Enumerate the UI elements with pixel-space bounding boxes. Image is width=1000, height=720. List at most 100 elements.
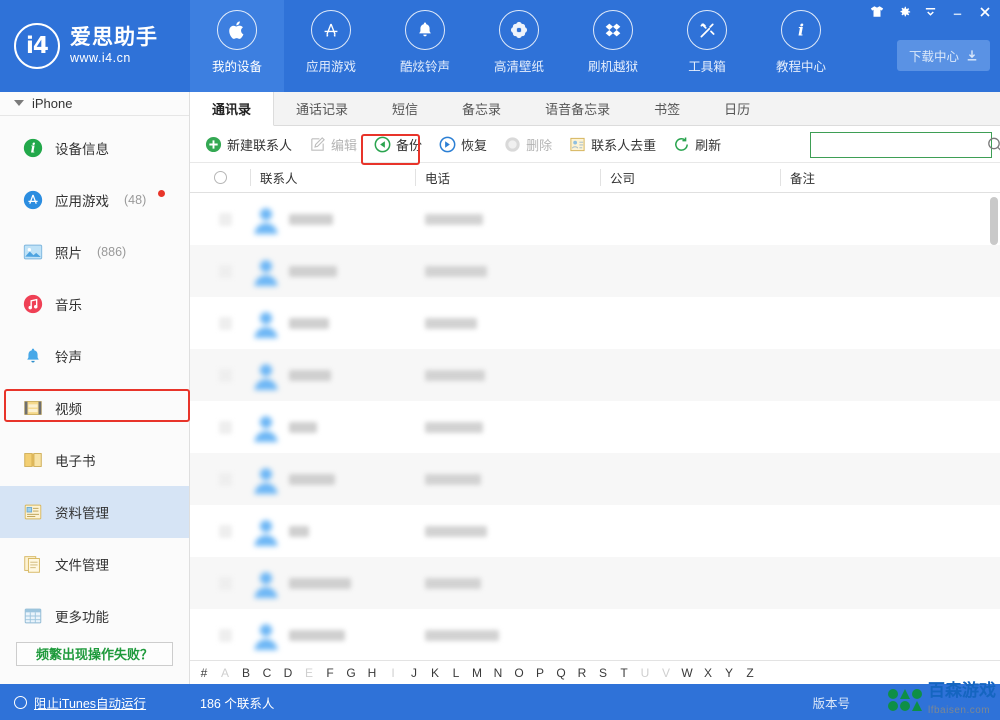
search-box[interactable] xyxy=(810,132,1000,158)
row-checkbox[interactable] xyxy=(190,557,250,609)
row-checkbox[interactable] xyxy=(190,245,250,297)
vertical-scrollbar[interactable] xyxy=(990,197,998,245)
alpha-index-v[interactable]: V xyxy=(656,666,676,680)
column-header-contact[interactable]: 联系人 xyxy=(250,163,415,192)
row-checkbox[interactable] xyxy=(190,453,250,505)
tab-calendar[interactable]: 日历 xyxy=(702,92,772,125)
skin-icon[interactable] xyxy=(869,4,884,19)
tab-bookmarks[interactable]: 书签 xyxy=(632,92,702,125)
alpha-index-c[interactable]: C xyxy=(257,666,277,680)
tab-contacts[interactable]: 通讯录 xyxy=(190,92,275,126)
toggle-circle-icon[interactable] xyxy=(14,695,27,709)
table-row[interactable] xyxy=(190,349,1000,401)
new-contact-button[interactable]: 新建联系人 xyxy=(198,131,299,158)
row-checkbox[interactable] xyxy=(190,349,250,401)
alpha-index-u[interactable]: U xyxy=(635,666,655,680)
cell-contact-name xyxy=(250,193,415,245)
table-row[interactable] xyxy=(190,505,1000,557)
sidebar-item-file-manage[interactable]: 文件管理 xyxy=(0,538,189,590)
refresh-button[interactable]: 刷新 xyxy=(666,131,728,158)
sidebar-item-music[interactable]: 音乐 xyxy=(0,278,189,330)
block-itunes-toggle[interactable]: 阻止iTunes自动运行 xyxy=(0,693,190,712)
alpha-index-o[interactable]: O xyxy=(509,666,529,680)
nav-item-flash-jailbreak[interactable]: 刷机越狱 xyxy=(566,0,660,92)
select-all-checkbox[interactable] xyxy=(213,171,227,184)
tab-call-history[interactable]: 通话记录 xyxy=(274,92,370,125)
row-checkbox[interactable] xyxy=(190,297,250,349)
table-row[interactable] xyxy=(190,609,1000,660)
alpha-index-q[interactable]: Q xyxy=(551,666,571,680)
device-selector[interactable]: iPhone xyxy=(0,92,189,116)
dedupe-contacts-button[interactable]: 联系人去重 xyxy=(562,131,663,158)
row-checkbox[interactable] xyxy=(190,505,250,557)
alpha-index-e[interactable]: E xyxy=(299,666,319,680)
backup-button[interactable]: 备份 xyxy=(367,131,429,158)
nav-item-ringtones[interactable]: 酷炫铃声 xyxy=(378,0,472,92)
row-checkbox[interactable] xyxy=(190,609,250,660)
avatar xyxy=(250,307,282,339)
nav-item-apps-games[interactable]: 应用游戏 xyxy=(284,0,378,92)
sidebar-item-photos[interactable]: 照片 (886) xyxy=(0,226,189,278)
alpha-index-j[interactable]: J xyxy=(404,666,424,680)
nav-item-tutorials[interactable]: i 教程中心 xyxy=(754,0,848,92)
sidebar-item-data-manage[interactable]: 资料管理 xyxy=(0,485,189,538)
alpha-index-t[interactable]: T xyxy=(614,666,634,680)
alpha-index-w[interactable]: W xyxy=(677,666,697,680)
tab-voice-memos[interactable]: 语音备忘录 xyxy=(523,92,632,125)
alpha-index-a[interactable]: A xyxy=(215,666,235,680)
alpha-index-z[interactable]: Z xyxy=(740,666,760,680)
alpha-index-y[interactable]: Y xyxy=(719,666,739,680)
alpha-index-d[interactable]: D xyxy=(278,666,298,680)
nav-item-wallpapers[interactable]: 高清壁纸 xyxy=(472,0,566,92)
minimize-icon[interactable] xyxy=(950,4,965,19)
alpha-index-g[interactable]: G xyxy=(341,666,361,680)
sidebar-item-more-features[interactable]: 更多功能 xyxy=(0,590,189,642)
alpha-index-h[interactable]: H xyxy=(362,666,382,680)
tab-notes[interactable]: 备忘录 xyxy=(440,92,523,125)
sidebar-item-ringtones[interactable]: 铃声 xyxy=(0,330,189,382)
alpha-index-m[interactable]: M xyxy=(467,666,487,680)
alpha-index-x[interactable]: X xyxy=(698,666,718,680)
search-input[interactable] xyxy=(811,133,984,157)
alpha-index-n[interactable]: N xyxy=(488,666,508,680)
alpha-index-hash[interactable]: # xyxy=(194,666,214,680)
alpha-index-f[interactable]: F xyxy=(320,666,340,680)
table-row[interactable] xyxy=(190,401,1000,453)
gear-icon[interactable] xyxy=(896,4,911,19)
alpha-index-p[interactable]: P xyxy=(530,666,550,680)
alpha-index-i[interactable]: I xyxy=(383,666,403,680)
tab-sms[interactable]: 短信 xyxy=(370,92,440,125)
minimize-tray-icon[interactable] xyxy=(923,4,938,19)
nav-label: 工具箱 xyxy=(688,60,726,74)
download-center-button[interactable]: 下载中心 xyxy=(896,40,990,71)
table-row[interactable] xyxy=(190,193,1000,245)
restore-button[interactable]: 恢复 xyxy=(432,131,494,158)
delete-button[interactable]: 删除 xyxy=(497,131,559,158)
table-row[interactable] xyxy=(190,557,1000,609)
column-header-phone[interactable]: 电话 xyxy=(415,163,600,192)
nav-item-my-device[interactable]: 我的设备 xyxy=(190,0,284,92)
close-icon[interactable] xyxy=(977,4,992,19)
alphabet-index-bar[interactable]: # A B C D E F G H I J K L M N O P Q R S T U V W X Y Z xyxy=(190,660,1000,684)
sidebar-item-apps-games[interactable]: 应用游戏 (48) xyxy=(0,174,189,226)
alpha-index-b[interactable]: B xyxy=(236,666,256,680)
alpha-index-s[interactable]: S xyxy=(593,666,613,680)
table-row[interactable] xyxy=(190,245,1000,297)
row-checkbox[interactable] xyxy=(190,193,250,245)
contacts-table-body[interactable] xyxy=(190,193,1000,660)
sidebar-item-ebooks[interactable]: 电子书 xyxy=(0,434,189,486)
alpha-index-l[interactable]: L xyxy=(446,666,466,680)
sidebar-item-device-info[interactable]: i 设备信息 xyxy=(0,122,189,174)
alpha-index-r[interactable]: R xyxy=(572,666,592,680)
table-row[interactable] xyxy=(190,297,1000,349)
alpha-index-k[interactable]: K xyxy=(425,666,445,680)
operation-failed-help-button[interactable]: 频繁出现操作失败？ xyxy=(16,641,173,666)
sidebar-item-videos[interactable]: 视频 xyxy=(0,382,189,434)
column-header-note[interactable]: 备注 xyxy=(780,163,1000,192)
table-row[interactable] xyxy=(190,453,1000,505)
row-checkbox[interactable] xyxy=(190,401,250,453)
column-header-company[interactable]: 公司 xyxy=(600,163,780,192)
edit-button[interactable]: 编辑 xyxy=(302,131,364,158)
nav-item-toolbox[interactable]: 工具箱 xyxy=(660,0,754,92)
search-icon[interactable] xyxy=(984,134,1000,156)
